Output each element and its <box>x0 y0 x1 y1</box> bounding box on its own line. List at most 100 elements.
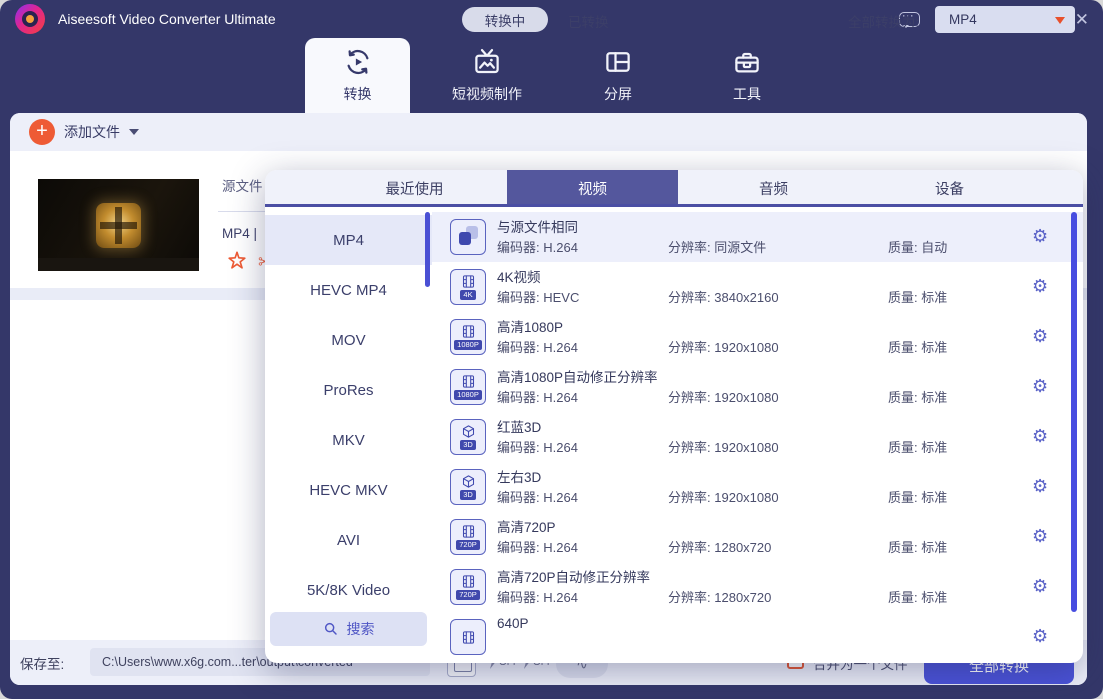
converting-label: 转换中 <box>485 10 526 30</box>
format-sidebar: MP4HEVC MP4MOVProResMKVHEVC MKVAVI5K/8K … <box>265 207 432 663</box>
format-title: 高清720P <box>497 516 556 536</box>
popup-tab-video[interactable]: 视频 <box>507 170 678 207</box>
thumbnail-bottom-bar <box>38 258 199 271</box>
resolution-badge: 1080P <box>454 340 482 350</box>
format-type-icon: 4K <box>450 269 486 305</box>
format-title: 左右3D <box>497 466 541 486</box>
sidebar-format-item[interactable]: ProRes <box>265 365 432 415</box>
popup-tabstrip: 最近使用 视频 音频 设备 <box>265 170 1083 207</box>
format-type-icon: 3D <box>450 419 486 455</box>
tab-converting[interactable]: 转换中 <box>462 7 548 32</box>
output-format-select[interactable]: MP4 <box>935 6 1075 33</box>
app-logo-icon <box>15 4 45 34</box>
sidebar-format-item[interactable]: 5K/8K Video <box>265 565 432 615</box>
format-picker-popup: 最近使用 视频 音频 设备 MP4HEVC MP4MOVProResMKVHEV… <box>265 170 1083 663</box>
popup-tab-audio[interactable]: 音频 <box>688 170 859 207</box>
add-file-button[interactable]: + 添加文件 <box>29 119 139 145</box>
tab-label: 转换 <box>344 84 372 104</box>
app-window: Aiseesoft Video Converter Ultimate ✕ 转换 <box>0 0 1103 699</box>
format-option-row[interactable]: 与源文件相同 编码器: H.264 分辨率: 同源文件 质量: 自动 ⚙ <box>432 212 1083 262</box>
search-button[interactable]: 搜索 <box>270 612 427 646</box>
resolution-badge: 4K <box>460 290 475 300</box>
format-title: 4K视频 <box>497 266 541 286</box>
add-file-label: 添加文件 <box>64 122 120 142</box>
resolution-badge: 720P <box>456 590 480 600</box>
format-option-row[interactable]: 1080P 高清1080P自动修正分辨率 编码器: H.264 分辨率: 192… <box>432 362 1083 412</box>
split-screen-icon <box>603 47 633 77</box>
gear-icon[interactable]: ⚙ <box>1032 326 1048 347</box>
gear-icon[interactable]: ⚙ <box>1032 526 1048 547</box>
plus-icon: + <box>29 119 55 145</box>
tab-mv-maker[interactable]: 短视频制作 <box>427 38 547 113</box>
gear-icon[interactable]: ⚙ <box>1032 276 1048 297</box>
save-to-label: 保存至: <box>20 653 64 673</box>
close-icon[interactable]: ✕ <box>1075 11 1089 28</box>
gear-icon[interactable]: ⚙ <box>1032 376 1048 397</box>
resolution-badge: 1080P <box>454 390 482 400</box>
format-type-icon <box>450 619 486 655</box>
nav-tabs: 转换 短视频制作 分屏 工具 <box>0 38 1103 113</box>
format-title: 640P <box>497 616 529 631</box>
sidebar-scrollbar[interactable] <box>425 212 430 287</box>
app-title: Aiseesoft Video Converter Ultimate <box>58 11 276 27</box>
search-icon <box>323 621 339 637</box>
format-title: 红蓝3D <box>497 416 541 436</box>
gear-icon[interactable]: ⚙ <box>1032 226 1048 247</box>
tab-label: 分屏 <box>604 84 632 104</box>
format-title: 高清720P自动修正分辨率 <box>497 566 650 586</box>
output-format-value: MP4 <box>949 12 1055 27</box>
effect-star-icon[interactable] <box>226 250 248 272</box>
sidebar-format-item[interactable]: MP4 <box>265 215 432 265</box>
format-title: 高清1080P <box>497 316 563 336</box>
resolution-badge: 3D <box>460 440 476 450</box>
tab-converted[interactable]: 已转换 <box>568 11 609 31</box>
gear-icon[interactable]: ⚙ <box>1032 626 1048 647</box>
format-option-row[interactable]: 3D 红蓝3D 编码器: H.264 分辨率: 1920x1080 质量: 标准… <box>432 412 1083 462</box>
format-list: 与源文件相同 编码器: H.264 分辨率: 同源文件 质量: 自动 ⚙ 4K … <box>432 207 1083 663</box>
thumbnail-emblem <box>96 203 141 248</box>
chevron-down-icon <box>129 129 139 140</box>
format-type-icon: 720P <box>450 519 486 555</box>
tab-label: 短视频制作 <box>452 84 522 104</box>
video-thumbnail[interactable] <box>38 179 199 271</box>
file-format-info: MP4 | <box>222 226 257 241</box>
format-option-row[interactable]: 4K 4K视频 编码器: HEVC 分辨率: 3840x2160 质量: 标准 … <box>432 262 1083 312</box>
gear-icon[interactable]: ⚙ <box>1032 576 1048 597</box>
toolbox-icon <box>732 47 762 77</box>
sidebar-format-item[interactable]: MKV <box>265 415 432 465</box>
toolbar: + 添加文件 <box>10 113 1087 151</box>
format-option-row[interactable]: 1080P 高清1080P 编码器: H.264 分辨率: 1920x1080 … <box>432 312 1083 362</box>
sidebar-format-item[interactable]: HEVC MP4 <box>265 265 432 315</box>
resolution-badge: 720P <box>456 540 480 550</box>
gear-icon[interactable]: ⚙ <box>1032 426 1048 447</box>
format-title: 与源文件相同 <box>497 216 578 236</box>
sidebar-format-item[interactable]: AVI <box>265 515 432 565</box>
format-type-icon: 3D <box>450 469 486 505</box>
sidebar-format-item[interactable]: MOV <box>265 315 432 365</box>
popup-tab-recent[interactable]: 最近使用 <box>329 170 500 207</box>
format-option-row[interactable]: 640P ⚙ <box>432 612 1083 662</box>
resolution-badge: 3D <box>460 490 476 500</box>
popup-tab-device[interactable]: 设备 <box>864 170 1035 207</box>
format-option-row[interactable]: 3D 左右3D 编码器: H.264 分辨率: 1920x1080 质量: 标准… <box>432 462 1083 512</box>
tab-label: 工具 <box>733 84 761 104</box>
format-type-icon: 720P <box>450 569 486 605</box>
tab-split-screen[interactable]: 分屏 <box>558 38 678 113</box>
format-option-row[interactable]: 720P 高清720P自动修正分辨率 编码器: H.264 分辨率: 1280x… <box>432 562 1083 612</box>
mv-maker-icon <box>472 47 502 77</box>
source-file-header: 源文件 <box>222 175 263 195</box>
tab-convert[interactable]: 转换 <box>305 38 410 113</box>
convert-all-label: 全部转换为: <box>848 11 919 31</box>
format-title: 高清1080P自动修正分辨率 <box>497 366 658 386</box>
search-label: 搜索 <box>347 619 375 639</box>
tab-toolbox[interactable]: 工具 <box>687 38 807 113</box>
divider <box>218 211 265 212</box>
gear-icon[interactable]: ⚙ <box>1032 476 1048 497</box>
format-option-row[interactable]: 720P 高清720P 编码器: H.264 分辨率: 1280x720 质量:… <box>432 512 1083 562</box>
convert-icon <box>343 47 373 77</box>
list-scrollbar[interactable] <box>1071 212 1077 612</box>
format-type-icon: 1080P <box>450 369 486 405</box>
format-type-icon: 1080P <box>450 319 486 355</box>
sidebar-format-item[interactable]: HEVC MKV <box>265 465 432 515</box>
chevron-down-icon <box>1055 17 1065 29</box>
